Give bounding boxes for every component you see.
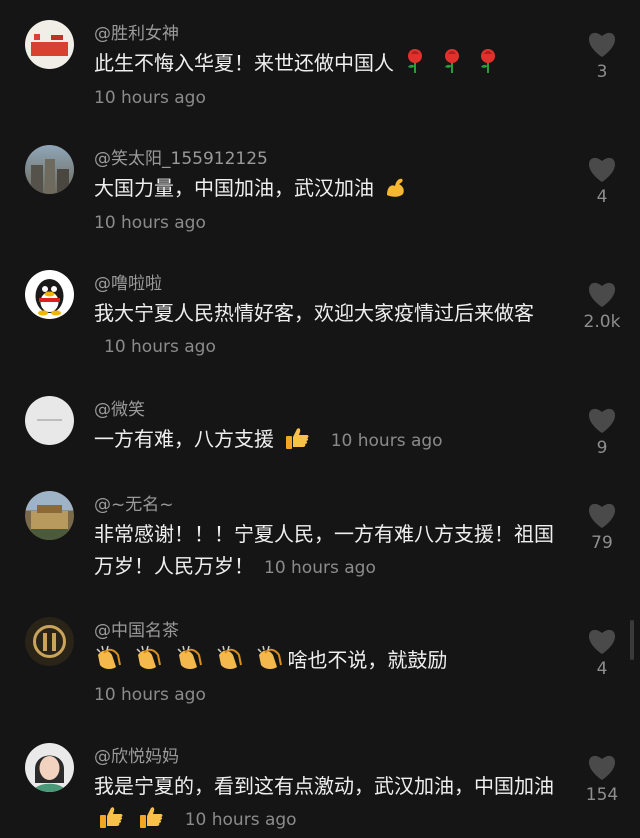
like-count: 79 [591,533,613,553]
flexed-biceps-icon [384,175,408,208]
like-count: 3 [596,62,608,82]
heart-icon [588,282,616,307]
clapping-hands-icon [215,645,245,680]
comment-time: 10 hours ago [104,337,216,357]
like-count: 2.0k [583,312,621,332]
comment-time: 10 hours ago [94,685,206,705]
comment-time: 10 hours ago [330,431,443,451]
comment-time: 10 hours ago [94,213,206,233]
comment-time: 10 hours ago [264,558,376,578]
comment-username[interactable]: @中国名茶 [94,616,179,641]
avatar[interactable] [25,396,74,445]
comment-text: 非常感谢！！！宁夏人民，一方有难八方支援！祖国万岁！人民万岁！ 10 hours … [94,518,554,584]
like-button[interactable]: 4 [580,155,624,207]
like-button[interactable]: 154 [580,753,624,805]
heart-icon [588,503,616,528]
comment-text: 此生不悔入华夏！来世还做中国人 10 hours ago [94,47,554,113]
avatar[interactable] [25,617,74,666]
comment-text-content: 啥也不说，就鼓励 [287,648,448,672]
comment-username[interactable]: @噜啦啦 [94,269,162,294]
rose-icon [404,48,426,83]
comment-text-content: 此生不悔入华夏！来世还做中国人 [94,51,394,75]
clapping-hands-icon [94,645,124,680]
like-count: 154 [585,785,619,805]
comment-text: 大国力量，中国加油，武汉加油 10 hours ago [94,172,554,238]
comment-text: 啥也不说，就鼓励 10 hours ago [94,644,554,710]
avatar[interactable] [25,145,74,194]
avatar[interactable] [25,491,74,540]
comment-text: 我是宁夏的，看到这有点激动，武汉加油，中国加油 10 hours ago [94,770,554,838]
heart-icon [588,629,616,654]
heart-icon [588,408,616,433]
comment-text-content: 一方有难，八方支援 [94,427,274,451]
like-count: 4 [596,187,608,207]
comment-text-content: 大国力量，中国加油，武汉加油 [94,176,374,200]
like-button[interactable]: 4 [580,627,624,679]
like-button[interactable]: 3 [580,30,624,82]
heart-icon [588,157,616,182]
like-count: 4 [596,659,608,679]
comment-username[interactable]: @~无名~ [94,490,174,515]
thumbs-up-icon [138,805,164,838]
heart-icon [588,32,616,57]
comment-username[interactable]: @欣悦妈妈 [94,742,179,767]
clapping-hands-icon [255,645,285,680]
comment-text: 我大宁夏人民热情好客，欢迎大家疫情过后来做客 10 hours ago [94,297,554,363]
thumbs-up-icon [284,426,310,459]
avatar[interactable] [25,270,74,319]
avatar[interactable] [25,743,74,792]
comment-username[interactable]: @胜利女神 [94,19,179,44]
like-button[interactable]: 9 [580,406,624,458]
comment-text-content: 我是宁夏的，看到这有点激动，武汉加油，中国加油 [94,774,554,798]
avatar[interactable] [25,20,74,69]
comment-text-content: 我大宁夏人民热情好客，欢迎大家疫情过后来做客 [94,301,534,325]
penguin-icon [35,279,64,316]
comment-time: 10 hours ago [184,810,297,830]
like-button[interactable]: 2.0k [580,280,624,332]
scrollbar[interactable] [630,620,634,660]
comment-time: 10 hours ago [94,88,206,108]
rose-icon [477,48,499,83]
like-count: 9 [596,438,608,458]
clapping-hands-icon [175,645,205,680]
clapping-hands-icon [134,645,164,680]
comment-text: 一方有难，八方支援 10 hours ago [94,423,554,459]
like-button[interactable]: 79 [580,501,624,553]
thumbs-up-icon [98,805,124,838]
comment-username[interactable]: @微笑 [94,395,145,420]
heart-icon [588,755,616,780]
comment-username[interactable]: @笑太阳_155912125 [94,144,268,169]
rose-icon [441,48,463,83]
